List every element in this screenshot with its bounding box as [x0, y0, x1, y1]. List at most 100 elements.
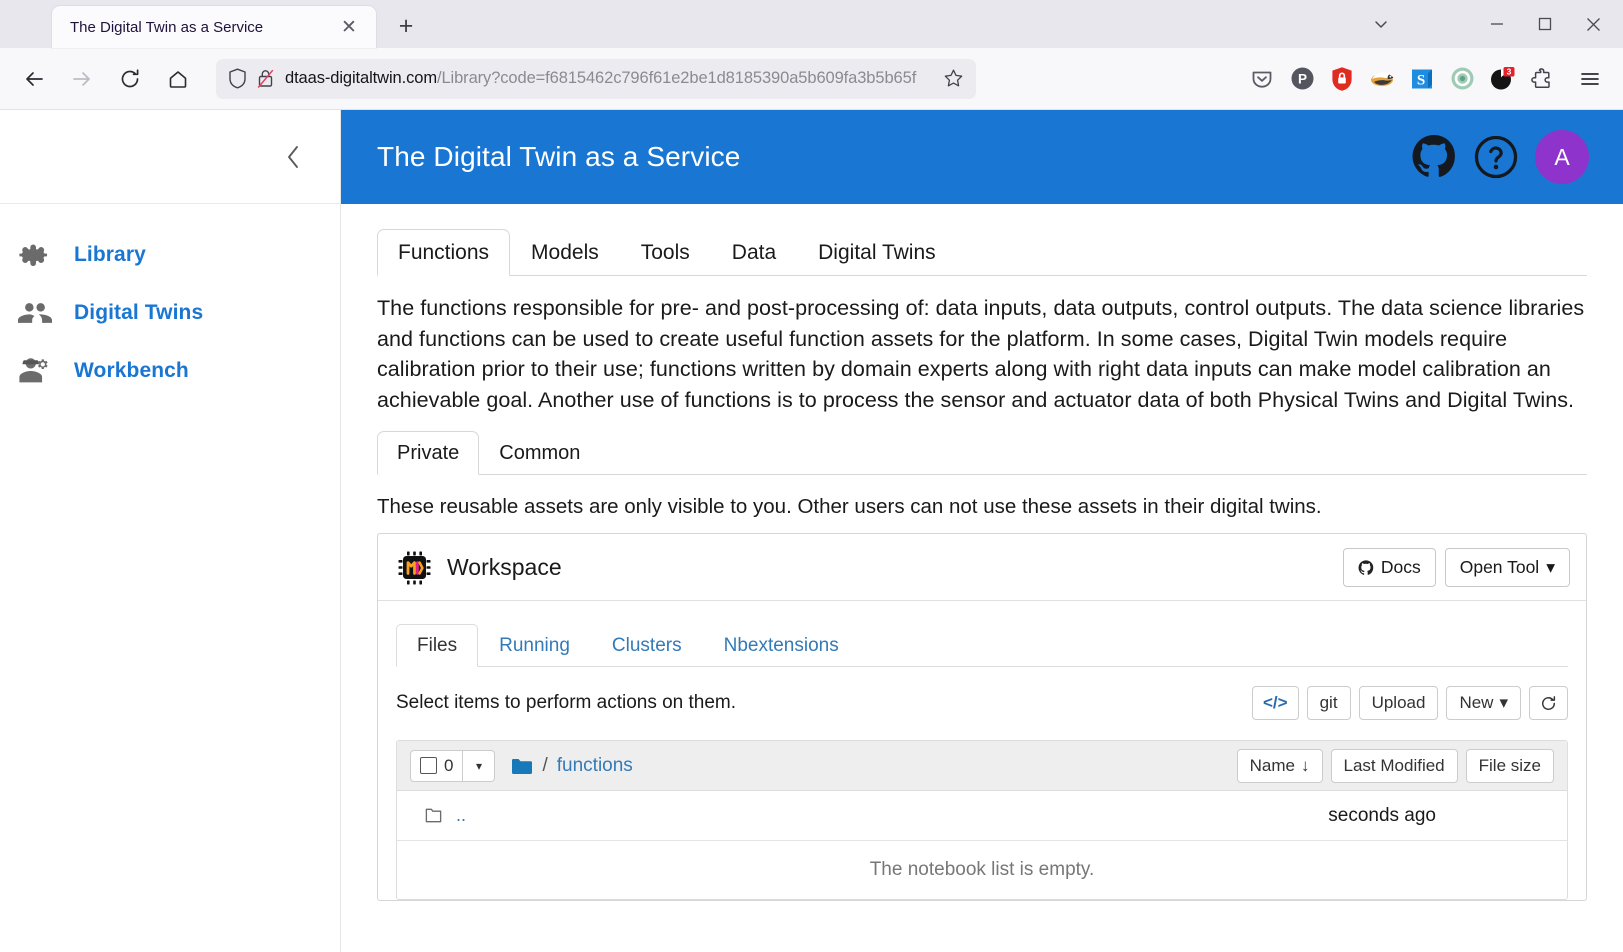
refresh-button[interactable] — [1529, 686, 1568, 721]
sidebar-item-library[interactable]: Library — [0, 226, 340, 284]
forward-button[interactable] — [62, 59, 102, 99]
select-all-checkbox[interactable]: 0 — [410, 749, 464, 782]
workspace-card-actions: Docs Open Tool ▾ — [1342, 548, 1570, 588]
extensions-row: P S 3 — [1245, 60, 1609, 98]
breadcrumb: / functions — [511, 755, 633, 777]
privacy-badger-icon[interactable] — [1365, 62, 1399, 96]
sort-descending-icon: ↓ — [1301, 755, 1310, 775]
checkbox-icon — [420, 757, 437, 775]
github-mark-icon — [1358, 559, 1374, 576]
connection-not-secure-icon[interactable] — [256, 68, 275, 89]
close-window-icon[interactable] — [1569, 4, 1617, 44]
new-tab-button[interactable]: + — [390, 10, 422, 42]
p-extension-icon[interactable]: P — [1285, 62, 1319, 96]
chevron-down-icon: ▾ — [1499, 693, 1508, 713]
breadcrumb-current[interactable]: functions — [557, 755, 633, 777]
chevron-down-icon: ▾ — [1546, 557, 1555, 578]
avatar[interactable]: A — [1535, 130, 1589, 184]
sidebar-item-workbench[interactable]: Workbench — [0, 342, 340, 400]
jupyter-tabs: Files Running Clusters Nbextensions — [396, 615, 1568, 668]
sort-by-last-modified-button[interactable]: Last Modified — [1330, 748, 1458, 783]
dark-extension-icon[interactable]: 3 — [1485, 62, 1519, 96]
worker-gear-icon — [18, 354, 74, 388]
tab-running[interactable]: Running — [478, 624, 591, 667]
column-headers: Name ↓ Last Modified File size — [1236, 748, 1554, 783]
folder-icon — [511, 757, 533, 775]
tab-files[interactable]: Files — [396, 624, 479, 668]
list-all-tabs-icon[interactable] — [1357, 4, 1405, 44]
table-row[interactable]: .. seconds ago — [397, 791, 1567, 842]
app-header-actions: A — [1411, 130, 1589, 184]
sidebar-item-digital-twins[interactable]: Digital Twins — [0, 284, 340, 342]
tab-nbextensions[interactable]: Nbextensions — [703, 624, 860, 667]
close-tab-icon[interactable]: ✕ — [336, 14, 362, 40]
browser-menu-button[interactable] — [1571, 60, 1609, 98]
page-title: The Digital Twin as a Service — [377, 141, 741, 172]
home-button[interactable] — [158, 59, 198, 99]
back-button[interactable] — [14, 59, 54, 99]
password-manager-icon[interactable] — [1325, 62, 1359, 96]
tab-common[interactable]: Common — [479, 431, 600, 475]
docs-button[interactable]: Docs — [1342, 548, 1436, 588]
functions-description: The functions responsible for pre- and p… — [377, 296, 1585, 412]
selection-count: 0 — [444, 755, 454, 775]
tab-private[interactable]: Private — [377, 431, 480, 476]
browser-tab[interactable]: The Digital Twin as a Service ✕ — [52, 6, 376, 48]
address-bar[interactable]: dtaas-digitaltwin.com/Library?code=f6815… — [216, 58, 976, 99]
select-items-hint: Select items to perform actions on them. — [396, 692, 737, 714]
help-circle-icon[interactable] — [1473, 134, 1519, 180]
tab-functions[interactable]: Functions — [377, 229, 511, 276]
selection-controls: 0 ▾ — [410, 749, 496, 782]
jupyter-toolbar: Select items to perform actions on them.… — [396, 686, 1568, 721]
column-header-name: Name — [1249, 755, 1296, 775]
asset-type-tabs: Functions Models Tools Data Digital Twin… — [377, 222, 1587, 276]
minimize-window-icon[interactable] — [1473, 4, 1521, 44]
tab-clusters[interactable]: Clusters — [591, 624, 703, 667]
sidebar-item-label: Workbench — [74, 359, 189, 382]
jupyter-embed: Files Running Clusters Nbextensions Sele… — [378, 601, 1586, 901]
git-button[interactable]: git — [1306, 686, 1351, 721]
private-assets-note: These reusable assets are only visible t… — [377, 495, 1322, 519]
page-body: Library Digital Twins Workbench The Digi… — [0, 110, 1623, 952]
sort-by-file-size-button[interactable]: File size — [1465, 748, 1554, 783]
sidebar-nav: Library Digital Twins Workbench — [0, 204, 340, 400]
code-console-button[interactable]: </> — [1252, 686, 1299, 721]
selection-dropdown-button[interactable]: ▾ — [463, 749, 496, 782]
open-tool-button-label: Open Tool — [1459, 557, 1540, 578]
workspace-title: Workspace — [447, 554, 562, 581]
github-icon[interactable] — [1411, 134, 1457, 180]
green-circle-extension-icon[interactable] — [1445, 62, 1479, 96]
pocket-icon[interactable] — [1245, 62, 1279, 96]
tab-data[interactable]: Data — [711, 229, 797, 276]
people-icon — [18, 296, 74, 330]
file-browser-header: 0 ▾ / functions Name ↓ Last Modified Fil… — [397, 741, 1567, 792]
url-path: /Library?code=f6815462c796f61e2be1d81853… — [436, 69, 917, 87]
tab-tools[interactable]: Tools — [620, 229, 711, 276]
jupyter-toolbar-buttons: </> git Upload New ▾ — [1244, 686, 1568, 721]
tab-digital-twins[interactable]: Digital Twins — [797, 229, 957, 276]
visibility-tabs: Private Common — [377, 425, 1587, 476]
sidebar-item-label: Library — [74, 243, 146, 266]
file-browser: 0 ▾ / functions Name ↓ Last Modified Fil… — [396, 740, 1568, 901]
extensions-puzzle-icon[interactable] — [1525, 62, 1559, 96]
browser-tabstrip: The Digital Twin as a Service ✕ + — [0, 0, 1623, 48]
sort-by-name-button[interactable]: Name ↓ — [1236, 748, 1323, 783]
bookmark-star-icon[interactable] — [943, 68, 964, 89]
workspace-card-header: Workspace Docs Open Tool ▾ — [378, 534, 1586, 602]
browser-window: The Digital Twin as a Service ✕ + dtaas-… — [0, 0, 1623, 952]
empty-list-message: The notebook list is empty. — [869, 859, 1095, 881]
file-name[interactable]: .. — [456, 805, 466, 826]
upload-button[interactable]: Upload — [1358, 686, 1439, 721]
svg-text:3: 3 — [1507, 66, 1512, 76]
tracking-protection-shield-icon[interactable] — [228, 68, 247, 89]
s-extension-icon[interactable]: S — [1405, 62, 1439, 96]
code-brackets-icon: </> — [1263, 693, 1288, 713]
new-button[interactable]: New ▾ — [1446, 686, 1521, 721]
main-area: The Digital Twin as a Service A Function… — [341, 110, 1623, 952]
open-tool-button[interactable]: Open Tool ▾ — [1444, 548, 1570, 588]
tab-models[interactable]: Models — [510, 229, 620, 276]
collapse-sidebar-button[interactable] — [276, 139, 312, 175]
sidebar-header — [0, 110, 340, 204]
reload-button[interactable] — [110, 59, 150, 99]
maximize-window-icon[interactable] — [1521, 4, 1569, 44]
